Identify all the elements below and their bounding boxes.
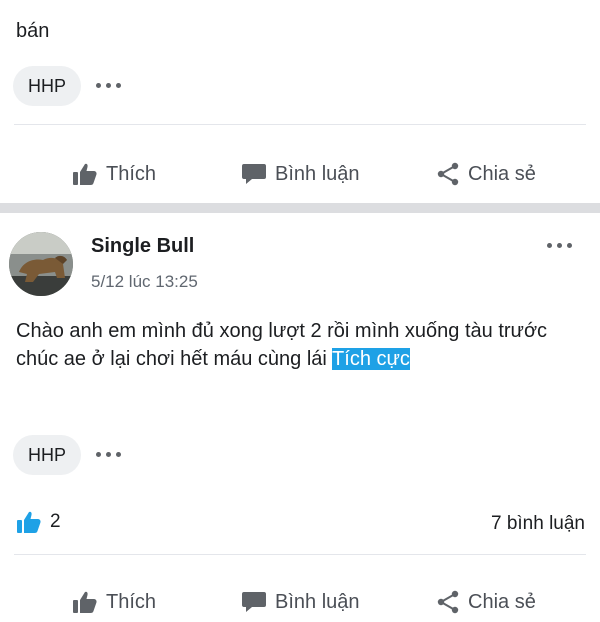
post2-comment-label: Bình luận [275, 590, 360, 613]
post1-tag-chip[interactable]: HHP [13, 66, 81, 106]
post2-like-button[interactable]: Thích [72, 582, 156, 622]
post2-body-text: Chào anh em mình đủ xong lượt 2 rồi mình… [16, 317, 576, 373]
comment-icon [242, 592, 266, 612]
post2-like-label: Thích [106, 590, 157, 613]
avatar[interactable] [9, 232, 73, 296]
post2-tag-more-icon[interactable] [96, 452, 121, 457]
post2-tag-label: HHP [27, 444, 66, 465]
post2-comment-count[interactable]: 7 bình luận [491, 513, 585, 535]
post1-body-text: . .. .-.- .. - . - .. .- ..... .. ... - … [16, 20, 50, 42]
post2-comment-button[interactable]: Bình luận [241, 582, 360, 622]
share-icon [437, 590, 459, 614]
post2-more-icon[interactable] [547, 243, 572, 248]
post2-author-name[interactable]: Single Bull [91, 235, 194, 258]
like-reaction-icon [17, 511, 41, 533]
thumbs-up-icon [73, 163, 97, 185]
post2-reactions[interactable]: 2 [16, 510, 61, 534]
post2-share-button[interactable]: Chia sẻ [436, 582, 536, 622]
post2-timestamp[interactable]: 5/12 lúc 13:25 [91, 272, 198, 292]
post2-tag-chip[interactable]: HHP [13, 435, 81, 475]
post1-divider [14, 124, 586, 125]
post2-text: Chào anh em mình đủ xong lượt 2 rồi mình… [16, 320, 548, 370]
post1-like-label: Thích [106, 162, 157, 185]
post2-like-count: 2 [50, 511, 61, 532]
share-icon [437, 162, 459, 186]
avatar-image [9, 232, 73, 296]
post1-share-button[interactable]: Chia sẻ [436, 154, 536, 194]
post2-share-label: Chia sẻ [468, 590, 536, 613]
post1-like-button[interactable]: Thích [72, 154, 156, 194]
post-separator [0, 203, 600, 213]
post2-divider [14, 554, 586, 555]
thumbs-up-icon [73, 591, 97, 613]
comment-icon [242, 164, 266, 184]
post1-comment-button[interactable]: Bình luận [241, 154, 360, 194]
post1-share-label: Chia sẻ [468, 162, 536, 185]
post2-highlight-hashtag[interactable]: Tích cực [332, 348, 410, 370]
post1-comment-label: Bình luận [275, 162, 360, 185]
post1-more-icon[interactable] [96, 83, 121, 88]
post1-tag-label: HHP [27, 75, 66, 96]
